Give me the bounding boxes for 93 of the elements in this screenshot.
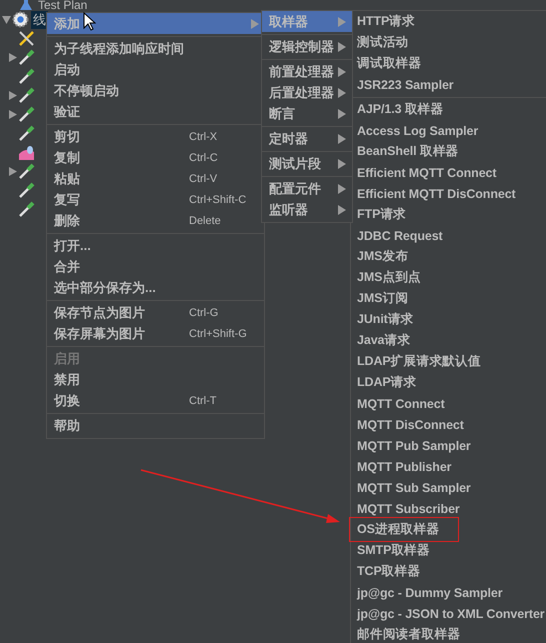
menu-item[interactable]: 前置处理器 [262, 61, 352, 82]
menu-item[interactable]: 断言 [262, 103, 352, 124]
shortcut-text: Ctrl-G [189, 306, 220, 318]
submenu-arrow-icon [337, 66, 346, 76]
menu-item[interactable]: 复制 Ctrl-C [47, 147, 264, 168]
tree-node[interactable]: 线 [31, 10, 48, 28]
tree-node[interactable]: Test Plan [0, 0, 546, 10]
menu-item[interactable]: 定时器 [262, 128, 352, 149]
menu-item[interactable]: Efficient MQTT Connect [351, 162, 546, 183]
expand-icon[interactable] [8, 110, 16, 119]
menu-item[interactable]: 为子线程添加响应时间 [47, 38, 264, 59]
pipette-icon [18, 163, 35, 180]
menu-item[interactable]: 邮件阅读者取样器 [351, 624, 546, 643]
menu-item[interactable]: 启动 [47, 59, 264, 80]
shortcut-text: Ctrl-C [189, 152, 219, 164]
menu-item[interactable]: JSR223 Sampler [351, 74, 546, 95]
submenu-arrow-icon [337, 42, 346, 52]
menu-item[interactable]: Access Log Sampler [351, 120, 546, 141]
submenu-arrow-icon [337, 88, 346, 98]
shortcut-text: Ctrl-V [189, 172, 218, 184]
menu-item[interactable]: MQTT Subscriber [351, 498, 546, 519]
menu-item[interactable]: 删除 Delete [47, 210, 264, 231]
pipette-icon [18, 106, 35, 123]
menu-item[interactable]: 保存节点为图片 Ctrl-G [47, 302, 264, 323]
submenu-arrow-icon [250, 18, 259, 28]
menu-item[interactable]: 测试活动 [351, 32, 546, 53]
expand-icon[interactable] [8, 167, 16, 176]
menu-item[interactable]: JMS发布 [351, 246, 546, 267]
collapse-icon[interactable] [2, 15, 10, 24]
submenu-arrow-icon [337, 134, 346, 144]
shortcut-text: Delete [189, 214, 222, 226]
submenu-arrow-icon [337, 108, 346, 118]
menu-item[interactable]: 后置处理器 [262, 82, 352, 103]
pipette-icon [18, 125, 35, 142]
menu-item[interactable]: JMS订阅 [351, 288, 546, 309]
menu-item[interactable]: 验证 [47, 101, 264, 122]
menu-item[interactable]: AJP/1.3 取样器 [351, 99, 546, 120]
pipette-icon [18, 68, 35, 85]
menu-item[interactable]: 切换 Ctrl-T [47, 390, 264, 411]
menu-item[interactable]: 逻辑控制器 [262, 36, 352, 57]
menu-item[interactable]: TCP取样器 [351, 561, 546, 582]
menu-item[interactable]: BeanShell 取样器 [351, 141, 546, 162]
menu-item[interactable]: 打开... [47, 235, 264, 256]
expand-icon[interactable] [8, 53, 16, 62]
shortcut-text: Ctrl-T [189, 394, 218, 406]
menu-item[interactable]: OS进程取样器 [351, 519, 457, 540]
menu-item[interactable]: FTP请求 [351, 204, 546, 225]
menu-item[interactable]: jp@gc - Dummy Sampler [351, 582, 546, 603]
menu-item[interactable]: MQTT Pub Sampler [351, 435, 546, 456]
menu-item[interactable]: JUnit请求 [351, 309, 546, 330]
menu-item[interactable]: LDAP扩展请求默认值 [351, 351, 546, 372]
tools-icon [18, 30, 35, 47]
menu-item[interactable]: 测试片段 [262, 153, 352, 174]
menu-item[interactable]: JDBC Request [351, 225, 546, 246]
chart-icon [18, 144, 35, 161]
shortcut-text: Ctrl-X [189, 130, 218, 142]
gear-icon [12, 11, 29, 28]
menu-item[interactable]: 保存屏幕为图片 Ctrl+Shift-G [47, 323, 264, 344]
menu-item[interactable]: 调试取样器 [351, 53, 546, 74]
menu-item[interactable]: 禁用 [47, 369, 264, 390]
pipette-icon [18, 182, 35, 199]
pipette-icon [18, 87, 35, 104]
menu-item[interactable]: 不停顿启动 [47, 80, 264, 101]
submenu-arrow-icon [337, 184, 346, 194]
menu-item[interactable]: MQTT Connect [351, 393, 546, 414]
mouse-cursor-icon [84, 13, 95, 30]
menu-item[interactable]: 帮助 [47, 415, 264, 436]
menu-item[interactable]: 监听器 [262, 199, 352, 220]
submenu-arrow-icon [337, 204, 346, 214]
menu-item[interactable]: MQTT Sub Sampler [351, 477, 546, 498]
pipette-icon [18, 201, 35, 218]
menu-item[interactable]: Efficient MQTT DisConnect [351, 183, 546, 204]
menu-item[interactable]: 合并 [47, 256, 264, 277]
expand-icon[interactable] [8, 91, 16, 100]
menu-item[interactable]: SMTP取样器 [351, 540, 546, 561]
menu-item[interactable]: LDAP请求 [351, 372, 546, 393]
menu-item[interactable]: 配置元件 [262, 178, 352, 199]
menu-item[interactable]: MQTT Publisher [351, 456, 546, 477]
menu-item[interactable]: HTTP请求 [351, 11, 546, 32]
menu-item[interactable]: jp@gc - JSON to XML Converter [351, 603, 546, 624]
menu-item[interactable]: 粘贴 Ctrl-V [47, 168, 264, 189]
submenu-arrow-icon [337, 158, 346, 168]
submenu-arrow-icon [337, 16, 346, 26]
flask-icon [20, 0, 32, 10]
menu-item[interactable]: JMS点到点 [351, 267, 546, 288]
menu-item[interactable]: 剪切 Ctrl-X [47, 126, 264, 147]
shortcut-text: Ctrl+Shift-G [189, 328, 248, 340]
menu-item[interactable]: 选中部分保存为... [47, 277, 264, 298]
menu-item[interactable]: MQTT DisConnect [351, 414, 546, 435]
shortcut-text: Ctrl+Shift-C [189, 194, 248, 206]
pipette-icon [18, 49, 35, 66]
menu-item[interactable]: Java请求 [351, 330, 546, 351]
menu-item[interactable]: 复写 Ctrl+Shift-C [47, 189, 264, 210]
